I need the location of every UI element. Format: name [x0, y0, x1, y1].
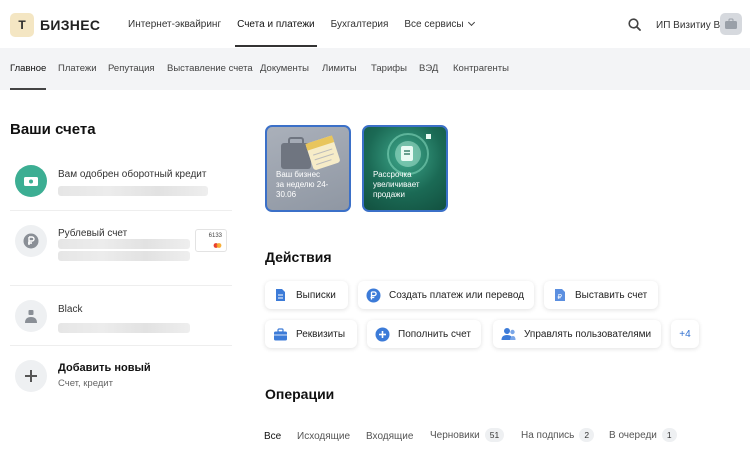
account-credit-amount — [58, 186, 208, 196]
accounts-title: Ваши счета — [10, 121, 96, 138]
top-nav-accounting[interactable]: Бухгалтерия — [323, 0, 397, 48]
user-name[interactable]: ИП Визитиу В. — [656, 20, 723, 31]
promo-card-installments[interactable]: Рассрочка увеличивает продажи — [362, 125, 448, 212]
actions-title: Действия — [265, 249, 332, 265]
search-icon[interactable] — [628, 18, 641, 31]
plus-circle-icon — [375, 327, 390, 342]
operations-title: Операции — [265, 386, 335, 402]
more-actions-button[interactable]: +4 — [671, 320, 699, 348]
briefcase-icon — [273, 327, 288, 342]
divider — [10, 210, 232, 211]
mastercard-icon — [213, 243, 222, 248]
logo-text: БИЗНЕС — [40, 17, 101, 33]
invoice-icon: ₽ — [552, 288, 567, 303]
ops-tab-drafts[interactable]: Черновики 51 — [430, 428, 505, 442]
avatar[interactable] — [720, 13, 742, 35]
briefcase-avatar-icon — [725, 18, 737, 29]
account-black-label: Black — [58, 304, 83, 315]
logo-mark: Т — [10, 13, 34, 37]
account-ruble-number — [58, 251, 190, 261]
chevron-down-icon — [467, 18, 475, 27]
ops-tab-outgoing[interactable]: Исходящие — [297, 431, 350, 442]
issue-invoice-button[interactable]: ₽ Выставить счет — [544, 281, 658, 309]
top-bar: Т БИЗНЕС Интернет-эквайринг Счета и плат… — [0, 0, 750, 48]
tab-documents[interactable]: Документы — [260, 48, 309, 90]
add-account-title: Добавить новый — [58, 362, 151, 374]
promo-text: Рассрочка увеличивает продажи — [373, 170, 420, 199]
top-nav: Интернет-эквайринг Счета и платежи Бухга… — [120, 0, 482, 48]
tab-foreign-trade[interactable]: ВЭД — [419, 48, 438, 90]
manage-users-button[interactable]: Управлять пользователями — [493, 320, 661, 348]
tab-limits[interactable]: Лимиты — [322, 48, 357, 90]
users-icon — [501, 327, 516, 342]
svg-text:₽: ₽ — [557, 293, 562, 301]
count-badge: 2 — [579, 428, 595, 442]
sub-nav: Главное Платежи Репутация Выставление сч… — [0, 48, 750, 90]
count-badge: 1 — [661, 428, 677, 442]
tab-main[interactable]: Главное — [10, 48, 47, 90]
ops-tab-queue[interactable]: В очереди 1 — [609, 428, 677, 442]
promo-card-weekly-report[interactable]: Ваш бизнес за неделю 24- 30.06 — [265, 125, 351, 212]
ops-tab-all[interactable]: Все — [264, 431, 281, 442]
divider — [10, 345, 232, 346]
briefcase-calendar-icon — [281, 135, 340, 170]
statements-button[interactable]: Выписки — [265, 281, 348, 309]
add-account-subtitle: Счет, кредит — [58, 378, 113, 389]
account-ruble-label: Рублевый счет — [58, 228, 128, 239]
top-nav-accounts-payments[interactable]: Счета и платежи — [229, 0, 323, 48]
ops-tab-incoming[interactable]: Входящие — [366, 431, 413, 442]
ops-tab-to-sign[interactable]: На подпись 2 — [521, 428, 595, 442]
top-nav-all-services[interactable]: Все сервисы — [396, 0, 481, 48]
requisites-button[interactable]: Реквизиты — [265, 320, 357, 348]
tab-tariffs[interactable]: Тарифы — [371, 48, 407, 90]
account-black-amount — [58, 323, 190, 333]
top-up-button[interactable]: Пополнить счет — [367, 320, 481, 348]
divider — [10, 285, 232, 286]
document-icon — [273, 288, 288, 303]
account-ruble-amount — [58, 239, 190, 249]
count-badge: 51 — [484, 428, 505, 442]
tab-reputation[interactable]: Репутация — [108, 48, 155, 90]
banknote-icon — [15, 165, 47, 197]
brand-logo[interactable]: Т БИЗНЕС — [10, 13, 100, 37]
ruble-circle-icon — [366, 288, 381, 303]
person-icon — [15, 300, 47, 332]
account-credit-label: Вам одобрен оборотный кредит — [58, 169, 207, 180]
create-payment-button[interactable]: Создать платеж или перевод — [358, 281, 534, 309]
top-nav-acquiring[interactable]: Интернет-эквайринг — [120, 0, 229, 48]
ruble-icon — [15, 225, 47, 257]
promo-text: Ваш бизнес за неделю 24- 30.06 — [276, 170, 329, 199]
plus-icon — [15, 360, 47, 392]
tab-invoicing[interactable]: Выставление счета — [167, 48, 253, 90]
bank-card-thumb[interactable]: 6133 — [195, 229, 227, 252]
tab-payments[interactable]: Платежи — [58, 48, 97, 90]
tab-counterparties[interactable]: Контрагенты — [453, 48, 509, 90]
